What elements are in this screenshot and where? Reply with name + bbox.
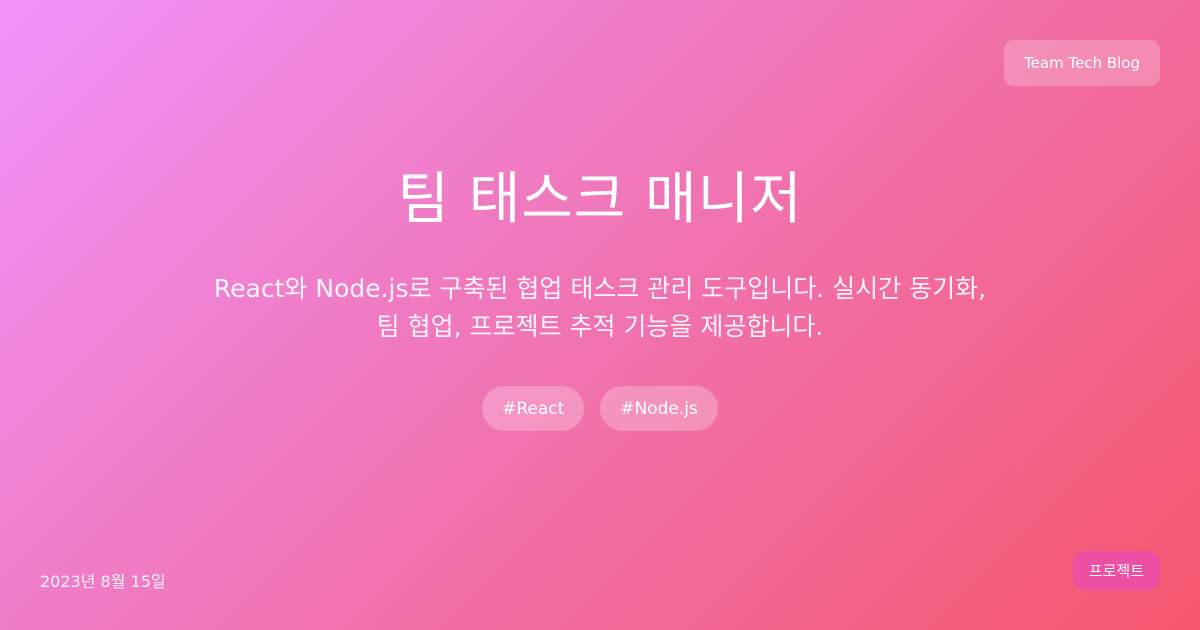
blog-name-badge: Team Tech Blog	[1004, 40, 1160, 86]
tag-list: #React #Node.js	[482, 386, 718, 431]
blog-name-label: Team Tech Blog	[1024, 54, 1140, 72]
category-badge: 프로젝트	[1072, 551, 1160, 590]
tag-chip-react: #React	[482, 386, 585, 431]
category-label: 프로젝트	[1088, 562, 1144, 580]
post-date: 2023년 8월 15일	[40, 572, 166, 591]
main-content: 팀 태스크 매니저 React와 Node.js로 구축된 협업 태스크 관리 …	[0, 160, 1200, 431]
post-title: 팀 태스크 매니저	[397, 167, 803, 232]
og-card: Team Tech Blog 팀 태스크 매니저 React와 Node.js로…	[0, 0, 1200, 630]
tag-chip-nodejs: #Node.js	[600, 386, 718, 431]
post-description: React와 Node.js로 구축된 협업 태스크 관리 도구입니다. 실시간…	[213, 274, 987, 341]
